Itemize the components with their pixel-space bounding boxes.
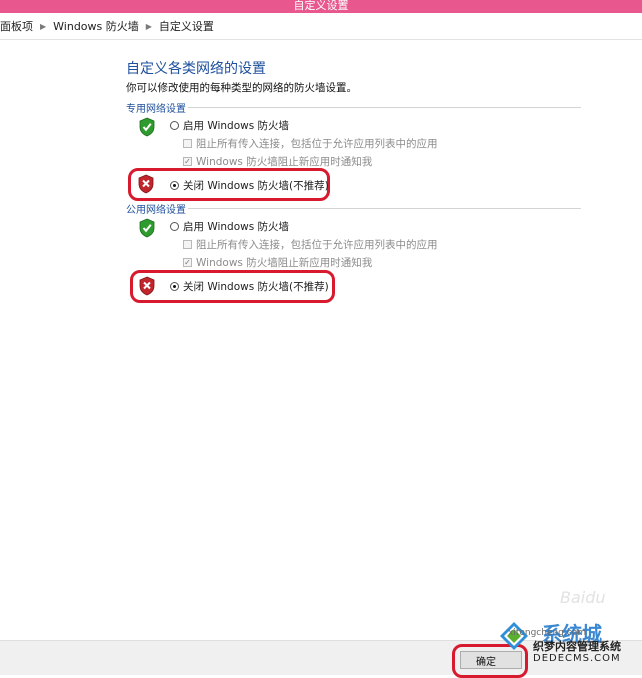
private-enable-label[interactable]: 启用 Windows 防火墙 [183,118,289,133]
public-block-all-label: 阻止所有传入连接，包括位于允许应用列表中的应用 [196,239,438,251]
public-enable-label[interactable]: 启用 Windows 防火墙 [183,219,289,234]
public-block-all-option: 阻止所有传入连接，包括位于允许应用列表中的应用 [183,237,438,252]
public-enable-option[interactable]: 启用 Windows 防火墙 [170,219,289,234]
page-description: 你可以修改使用的每种类型的网络的防火墙设置。 [126,82,357,94]
public-disable-label[interactable]: 关闭 Windows 防火墙(不推荐) [183,279,329,294]
public-block-all-checkbox [183,240,192,249]
private-notify-checkbox: ✓ [183,157,192,166]
public-section-header: 公用网络设置 [126,201,581,216]
xitong-url: xitongcheng.com [508,628,586,638]
private-disable-label[interactable]: 关闭 Windows 防火墙(不推荐) [183,178,329,193]
private-section-title: 专用网络设置 [126,104,186,115]
public-notify-label: Windows 防火墙阻止新应用时通知我 [196,257,373,269]
private-block-all-option: 阻止所有传入连接，包括位于允许应用列表中的应用 [183,136,438,151]
public-notify-checkbox: ✓ [183,258,192,267]
dede-brand: 织梦内容管理系统 [533,640,621,653]
public-disable-radio[interactable] [170,282,179,291]
private-disable-radio[interactable] [170,181,179,190]
window-title: 自定义设置 [293,0,349,12]
breadcrumb-item-control-panel[interactable]: 面板项 [0,18,33,34]
dede-url: DEDECMS.COM [533,653,621,664]
shield-x-icon [138,174,154,194]
breadcrumb: 面板项 ▶ Windows 防火墙 ▶ 自定义设置 [0,13,642,40]
public-section-title: 公用网络设置 [126,205,186,216]
private-notify-label: Windows 防火墙阻止新应用时通知我 [196,156,373,168]
shield-check-icon [139,117,155,137]
section-divider [188,208,581,209]
shield-check-icon [139,218,155,238]
private-enable-option[interactable]: 启用 Windows 防火墙 [170,118,289,133]
public-notify-option: ✓ Windows 防火墙阻止新应用时通知我 [183,255,372,270]
private-notify-option: ✓ Windows 防火墙阻止新应用时通知我 [183,154,372,169]
section-divider [188,107,581,108]
private-section-header: 专用网络设置 [126,100,581,115]
window-titlebar: 自定义设置 [0,0,642,13]
site-watermark: 系统城 xitongcheng.com 织梦内容管理系统 DEDECMS.COM [492,618,640,672]
public-enable-radio[interactable] [170,222,179,231]
breadcrumb-item-firewall[interactable]: Windows 防火墙 [53,18,139,34]
private-enable-radio[interactable] [170,121,179,130]
chevron-right-icon[interactable]: ▶ [40,22,46,31]
breadcrumb-item-custom-settings[interactable]: 自定义设置 [159,18,214,34]
public-disable-option[interactable]: 关闭 Windows 防火墙(不推荐) [170,279,329,294]
private-block-all-label: 阻止所有传入连接，包括位于允许应用列表中的应用 [196,138,438,150]
shield-x-icon [139,276,155,296]
baidu-watermark: Baidu [560,588,606,607]
page-title: 自定义各类网络的设置 [126,61,266,77]
private-block-all-checkbox [183,139,192,148]
chevron-right-icon[interactable]: ▶ [146,22,152,31]
main-content: 自定义各类网络的设置 你可以修改使用的每种类型的网络的防火墙设置。 专用网络设置… [0,40,642,640]
private-disable-option[interactable]: 关闭 Windows 防火墙(不推荐) [170,178,329,193]
